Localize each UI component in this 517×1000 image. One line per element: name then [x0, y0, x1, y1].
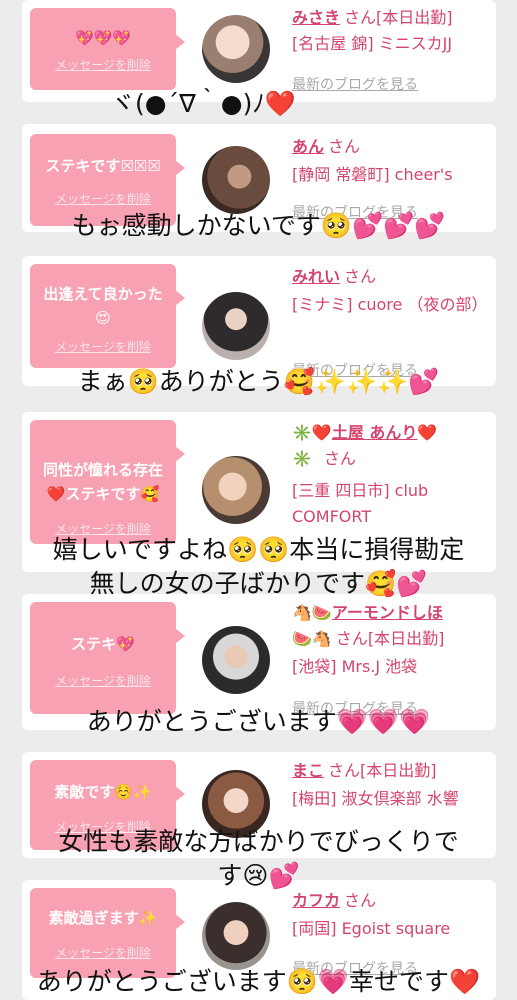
shop-location: [両国] Egoist square: [292, 919, 451, 938]
avatar[interactable]: [202, 626, 270, 694]
message-text: 同性が憧れる存在: [42, 461, 163, 479]
honorific: さん: [335, 629, 368, 648]
message-bubble: 💖💖💖 メッセージを削除: [30, 8, 185, 90]
overlay-caption: ありがとうございます🥺💗幸せです❤️: [36, 967, 481, 996]
message-text: 素敵過ぎます✨: [48, 909, 158, 927]
overlay-caption: 無しの女の子ばかりです🥰💕: [89, 569, 428, 598]
avatar[interactable]: [202, 292, 270, 360]
honorific: さん: [344, 267, 377, 286]
name-suffix-emoji: ✳️: [292, 449, 312, 468]
shop-location: [三重 四日市] club COMFORT: [292, 481, 429, 526]
status-badge: [本日出勤]: [376, 8, 453, 27]
message-text: ステキです☒☒☒: [45, 157, 161, 175]
profile-name-link[interactable]: あん: [292, 137, 324, 156]
delete-message-link[interactable]: メッセージを削除: [30, 56, 176, 73]
name-suffix-emoji: 🍉🐴: [292, 629, 332, 648]
avatar[interactable]: [202, 456, 270, 524]
status-badge: [本日出勤]: [367, 629, 445, 648]
profile-info: あん さん [静岡 常磐町] cheer's: [292, 134, 490, 188]
profile-info: ✳️❤️土屋 あんり❤️ ✳️ さん [三重 四日市] club COMFORT: [292, 420, 490, 530]
overlay-caption: もぉ感動しかないです🥺💕💕💕: [71, 211, 446, 240]
avatar[interactable]: [202, 902, 270, 970]
profile-name-link[interactable]: 土屋 あんり: [332, 423, 418, 442]
message-bubble: ステキ💖 メッセージを削除: [30, 602, 185, 714]
profile-info: みれい さん [ミナミ] cuore （夜の部）: [292, 264, 490, 318]
honorific: さん: [328, 761, 361, 780]
message-text: 素敵です☺️✨: [54, 783, 152, 801]
latest-blog-link[interactable]: 最新のブログを見る: [292, 74, 418, 94]
message-text: 出逢えて良かった: [43, 285, 163, 303]
profile-name-link[interactable]: みれい: [292, 267, 340, 286]
status-badge: [本日出勤]: [360, 761, 437, 780]
profile-info: まこ さん[本日出勤] [梅田] 淑女倶楽部 水響: [292, 758, 490, 812]
overlay-caption: ヾ(●´∇｀●)ﾉ❤️: [110, 89, 296, 118]
delete-message-link[interactable]: メッセージを削除: [30, 672, 176, 689]
profile-name-link[interactable]: アーモンドしほ: [332, 603, 443, 622]
overlay-caption: 女性も素敵な方ばかりでびっくりで: [58, 827, 459, 856]
delete-message-link[interactable]: メッセージを削除: [30, 190, 176, 207]
message-text: ステキ💖: [71, 635, 135, 653]
profile-name-link[interactable]: みさき: [292, 8, 340, 27]
honorific: さん: [328, 137, 361, 156]
shop-location: [ミナミ] cuore （夜の部）: [292, 295, 488, 314]
message-bubble: 素敵過ぎます✨ メッセージを削除: [30, 888, 185, 978]
profile-info: カフカ さん [両国] Egoist square: [292, 888, 490, 942]
name-suffix-emoji: ❤️: [417, 423, 438, 442]
delete-message-link[interactable]: メッセージを削除: [30, 338, 176, 355]
honorific: さん: [344, 891, 377, 910]
profile-info: みさき さん[本日出勤] [名古屋 錦] ミニスカJJ: [292, 5, 490, 57]
name-prefix-emoji: ✳️❤️: [292, 423, 332, 442]
honorific: さん: [323, 449, 356, 468]
shop-location: [名古屋 錦] ミニスカJJ: [292, 34, 453, 53]
profile-name-link[interactable]: カフカ: [292, 891, 340, 910]
overlay-caption: ありがとうございます💗💗💗: [86, 707, 431, 736]
message-bubble: 同性が憧れる存在 ❤️ステキです🥰 メッセージを削除: [30, 420, 185, 544]
overlay-caption: まぁ🥺ありがとう🥰✨✨✨💕: [77, 367, 440, 396]
avatar[interactable]: [202, 15, 270, 83]
shop-location: [静岡 常磐町] cheer's: [292, 165, 453, 184]
message-card: 💖💖💖 メッセージを削除 みさき さん[本日出勤] [名古屋 錦] ミニスカJJ …: [22, 0, 496, 102]
message-text: 😍: [95, 309, 111, 327]
shop-location: [池袋] Mrs.J 池袋: [292, 657, 418, 676]
message-text: 💖💖💖: [74, 29, 132, 47]
name-prefix-emoji: 🐴🍉: [292, 603, 332, 622]
overlay-caption: す😢💕: [217, 861, 300, 890]
profile-info: 🐴🍉アーモンドしほ 🍉🐴 さん[本日出勤] [池袋] Mrs.J 池袋: [292, 600, 490, 680]
message-bubble: 出逢えて良かった 😍 メッセージを削除: [30, 264, 185, 368]
overlay-caption: 嬉しいですよね🥺🥺本当に損得勘定: [52, 535, 465, 564]
shop-location: [梅田] 淑女倶楽部 水響: [292, 789, 459, 808]
message-text: ❤️ステキです🥰: [46, 485, 160, 503]
avatar[interactable]: [202, 146, 270, 214]
delete-message-link[interactable]: メッセージを削除: [30, 944, 176, 961]
honorific: さん: [344, 8, 377, 27]
profile-name-link[interactable]: まこ: [292, 761, 324, 780]
